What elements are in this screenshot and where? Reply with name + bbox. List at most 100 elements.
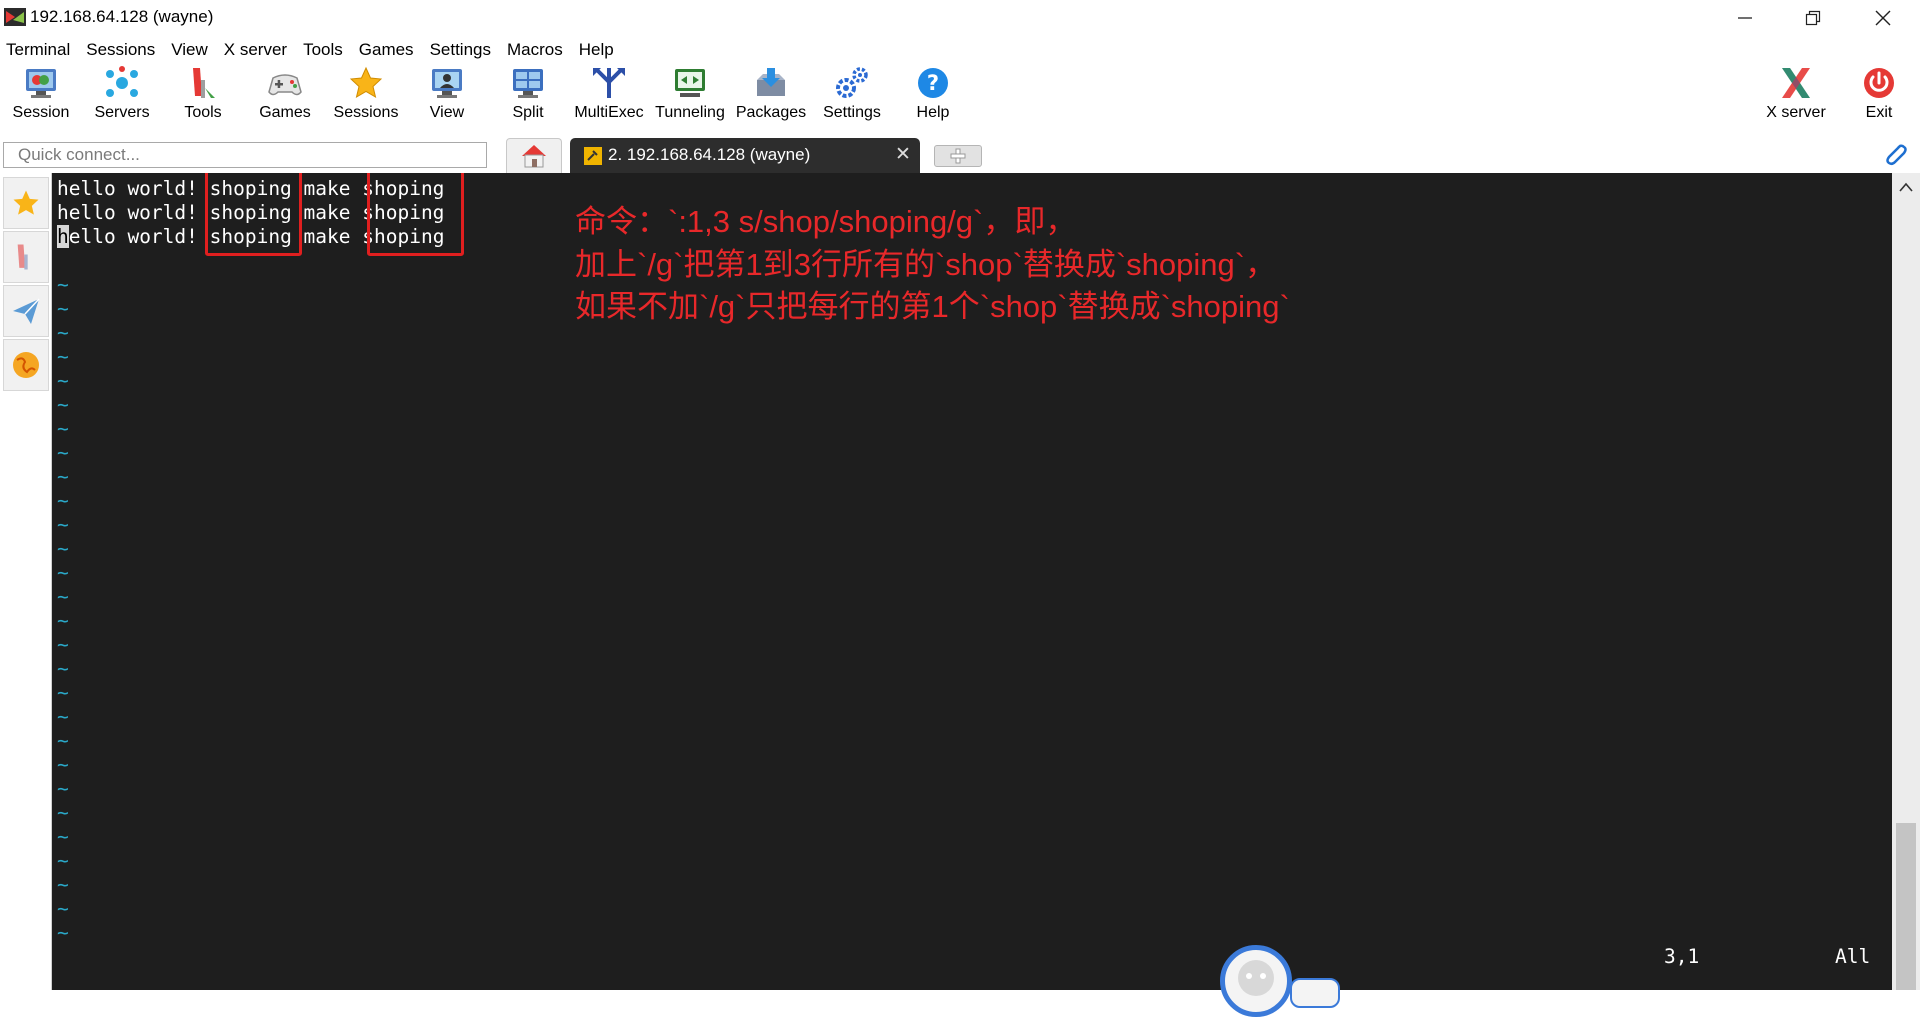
tilde-line: ~: [57, 393, 69, 416]
minimize-icon: [1738, 16, 1752, 19]
tunneling-label: Tunneling: [655, 104, 725, 121]
annotation-line-2: 加上`/g`把第1到3行所有的`shop`替换成`shoping`，: [575, 247, 1277, 282]
settings-gears-icon: [836, 67, 868, 98]
split-button[interactable]: Split: [488, 64, 568, 132]
highlight-box-second-shoping: [367, 173, 464, 256]
tilde-line: ~: [57, 417, 69, 440]
tilde-line: ~: [57, 465, 69, 488]
tilde-line: ~: [57, 633, 69, 656]
tab-session-192-168-64-128[interactable]: 2. 192.168.64.128 (wayne) ✕: [570, 138, 920, 173]
tilde-line: ~: [57, 273, 69, 296]
menu-macros[interactable]: Macros: [501, 37, 573, 63]
side-panel: [0, 173, 52, 990]
packages-button[interactable]: Packages: [731, 64, 811, 132]
tilde-line: ~: [57, 513, 69, 536]
tilde-line: ~: [57, 801, 69, 824]
tab-label: 2. 192.168.64.128 (wayne): [608, 145, 811, 164]
tilde-line: ~: [57, 777, 69, 800]
highlight-box-first-shoping: [205, 173, 302, 256]
session-button[interactable]: Session: [1, 64, 81, 132]
tilde-line: ~: [57, 441, 69, 464]
tools-knife-icon: [17, 244, 28, 270]
star-icon: [13, 190, 39, 215]
tools-button[interactable]: Tools: [163, 64, 243, 132]
tilde-line: ~: [57, 921, 69, 944]
exit-button[interactable]: Exit: [1839, 64, 1919, 132]
menu-games[interactable]: Games: [353, 37, 424, 63]
menu-sessions[interactable]: Sessions: [80, 37, 165, 63]
quick-connect-input[interactable]: [3, 142, 487, 168]
tilde-line: ~: [57, 609, 69, 632]
x-server-icon: [1782, 68, 1810, 98]
sidebar-sessions-button[interactable]: [3, 177, 49, 229]
multiexec-label: MultiExec: [574, 104, 644, 121]
restore-button[interactable]: [1778, 0, 1848, 35]
tilde-line: ~: [57, 489, 69, 512]
servers-label: Servers: [94, 104, 150, 121]
help-button[interactable]: ? Help: [893, 64, 973, 132]
menu-tools[interactable]: Tools: [297, 37, 353, 63]
games-label: Games: [259, 104, 311, 121]
new-tab-button[interactable]: [934, 145, 982, 167]
home-tab[interactable]: [506, 138, 562, 173]
sidebar-sftp-button[interactable]: [3, 339, 49, 391]
view-label: View: [429, 104, 465, 121]
multiexec-fork-icon: [593, 68, 625, 98]
menu-terminal[interactable]: Terminal: [0, 37, 80, 63]
sidebar-macros-button[interactable]: [3, 285, 49, 337]
tunneling-button[interactable]: Tunneling: [650, 64, 730, 132]
sessions-star-icon: [349, 66, 383, 99]
x-server-label: X server: [1766, 104, 1826, 121]
exit-label: Exit: [1865, 104, 1893, 121]
tilde-line: ~: [57, 897, 69, 920]
terminal-view[interactable]: hello world! shoping make shoping hello …: [52, 173, 1892, 990]
settings-button[interactable]: Settings: [812, 64, 892, 132]
multiexec-button[interactable]: MultiExec: [569, 64, 649, 132]
games-button[interactable]: Games: [245, 64, 325, 132]
power-icon: [1864, 68, 1894, 98]
menu-help[interactable]: Help: [573, 37, 624, 63]
scroll-up-arrow[interactable]: [1895, 176, 1917, 198]
tilde-line: ~: [57, 873, 69, 896]
packages-label: Packages: [735, 104, 807, 121]
sidebar-tools-button[interactable]: [3, 231, 49, 283]
menu-bar: Terminal Sessions View X server Tools Ga…: [0, 37, 1920, 63]
floating-assistant-chip[interactable]: [1290, 978, 1340, 1008]
ssh-key-icon: [584, 147, 602, 165]
tilde-line: ~: [57, 537, 69, 560]
tab-close-icon[interactable]: ✕: [895, 143, 911, 166]
tilde-line: ~: [57, 681, 69, 704]
view-button[interactable]: View: [407, 64, 487, 132]
home-icon: [522, 145, 546, 168]
settings-label: Settings: [823, 104, 881, 121]
terminal-cursor: h: [57, 225, 69, 248]
floating-assistant-avatar[interactable]: [1220, 945, 1292, 1017]
sessions-label: Sessions: [333, 104, 399, 121]
session-label: Session: [12, 104, 70, 121]
tilde-line: ~: [57, 321, 69, 344]
vim-cursor-position: 3,1: [1664, 945, 1700, 968]
session-monitor-icon: [26, 69, 56, 98]
servers-button[interactable]: Servers: [82, 64, 162, 132]
games-gamepad-icon: [268, 74, 302, 96]
view-monitor-user-icon: [432, 69, 462, 98]
tilde-line: ~: [57, 345, 69, 368]
minimize-button[interactable]: [1710, 0, 1780, 35]
tilde-line: ~: [57, 705, 69, 728]
help-question-icon: ?: [918, 68, 948, 98]
annotation-line-3: 如果不加`/g`只把每行的第1个`shop`替换成`shoping`: [575, 289, 1290, 324]
sessions-button[interactable]: Sessions: [326, 64, 406, 132]
menu-x-server[interactable]: X server: [218, 37, 297, 63]
close-window-button[interactable]: [1848, 0, 1918, 35]
main-toolbar: Session Servers Tools Games Sessions Vie…: [0, 64, 1920, 132]
menu-view[interactable]: View: [165, 37, 218, 63]
restore-icon: [1805, 10, 1821, 25]
tilde-line: ~: [57, 561, 69, 584]
tilde-line: ~: [57, 369, 69, 392]
globe-icon: [13, 352, 39, 378]
packages-download-icon: [757, 68, 785, 96]
x-server-button[interactable]: X server: [1756, 64, 1836, 132]
attachment-paperclip-icon[interactable]: [1880, 140, 1910, 170]
scrollbar-thumb[interactable]: [1896, 823, 1916, 990]
menu-settings[interactable]: Settings: [424, 37, 501, 63]
